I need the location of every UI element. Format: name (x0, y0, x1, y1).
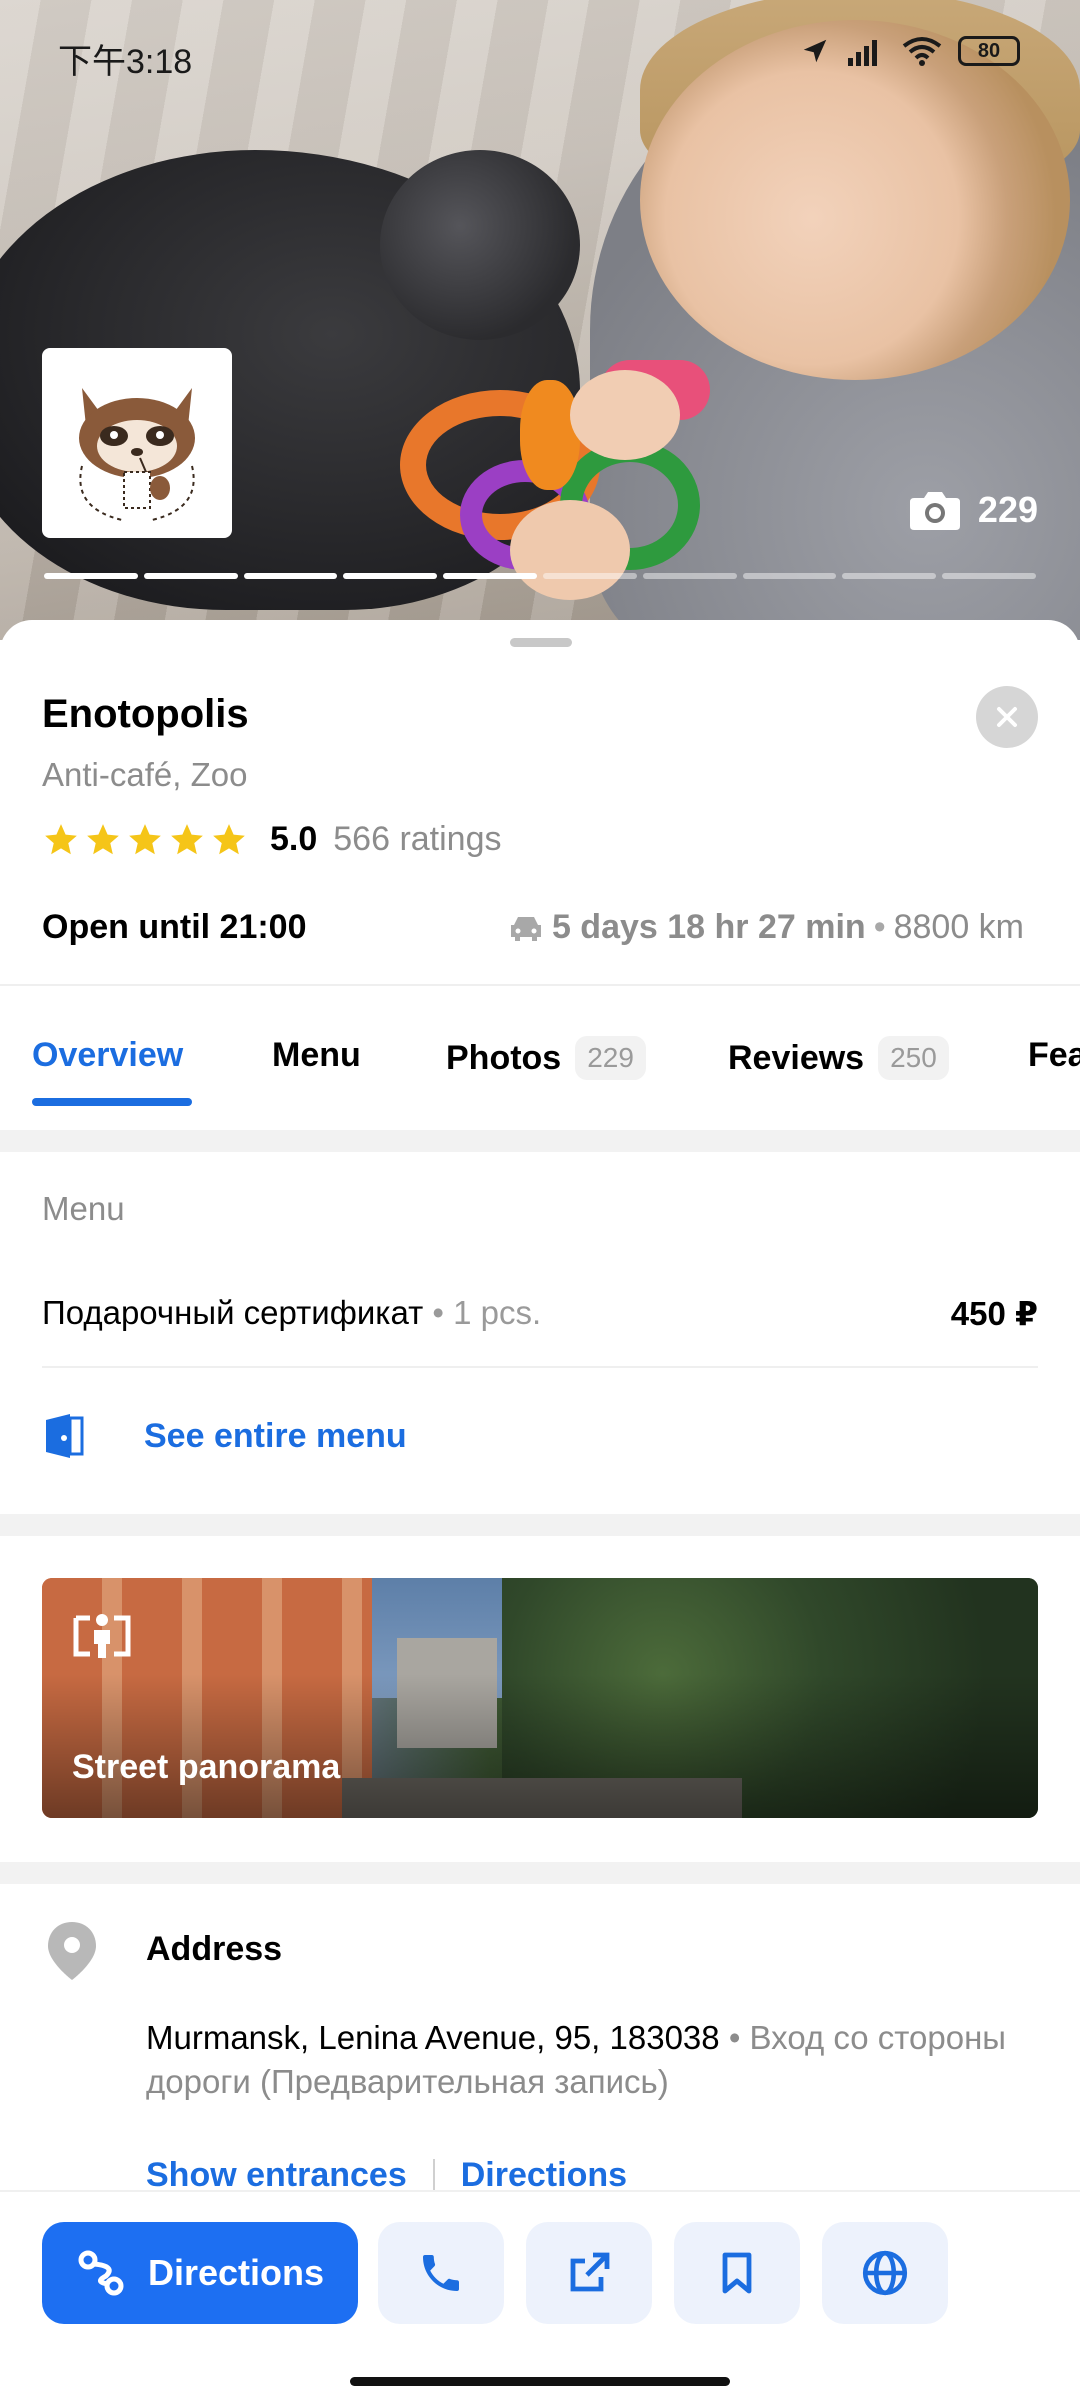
tab-features[interactable]: Fea (1028, 1036, 1080, 1075)
star-icon (45, 823, 77, 854)
star-icon (171, 823, 203, 854)
gallery-progress (44, 573, 1036, 579)
camera-icon (909, 492, 960, 530)
separator-dot: • (432, 1294, 454, 1331)
section-separator (0, 1130, 1080, 1152)
opening-hours[interactable]: Open until 21:00 (42, 908, 307, 947)
tab-reviews[interactable]: Reviews 250 (728, 1036, 949, 1080)
directions-button[interactable]: Directions (42, 2222, 358, 2324)
bookmark-button[interactable] (674, 2222, 800, 2324)
star-icon (129, 823, 161, 854)
status-icons: 80 (800, 36, 1020, 66)
photo-subject-raccoon-head (380, 150, 580, 340)
gallery-progress-segment (742, 573, 837, 579)
bottom-action-bar: Directions (0, 2190, 1080, 2400)
panorama-icon (73, 1614, 131, 1658)
tab-label: Fea (1028, 1036, 1080, 1074)
rating-stars (42, 821, 248, 859)
photo-gallery[interactable] (0, 0, 1080, 640)
address-heading: Address (146, 1930, 283, 1968)
divider (0, 984, 1080, 986)
tab-photos[interactable]: Photos 229 (446, 1036, 646, 1080)
raccoon-logo-icon (79, 388, 195, 521)
section-separator (0, 1862, 1080, 1884)
share-icon (570, 2252, 610, 2292)
see-entire-menu-link[interactable]: See entire menu (42, 1412, 407, 1460)
tab-menu[interactable]: Menu (272, 1036, 361, 1075)
tab-badge: 229 (575, 1036, 646, 1080)
menu-item[interactable]: Подарочный сертификат • 1 pcs. 450 ₽ (42, 1294, 1038, 1333)
divider (42, 1366, 1038, 1368)
tab-label: Menu (272, 1036, 361, 1074)
gallery-progress-segment (343, 573, 438, 579)
gallery-progress-segment (842, 573, 937, 579)
separator-dot: • (873, 908, 886, 946)
gallery-progress-segment (443, 573, 537, 579)
tab-label: Photos (446, 1038, 562, 1077)
phone-icon (423, 2255, 459, 2291)
photo-hand (510, 500, 630, 600)
menu-section-heading: Menu (42, 1190, 125, 1227)
bookmark-icon (722, 2252, 752, 2294)
active-tab-indicator (32, 1098, 192, 1106)
photo-count[interactable]: 229 (908, 488, 1038, 532)
tab-label: Reviews (728, 1038, 865, 1077)
gallery-progress-segment (542, 573, 637, 579)
business-logo[interactable] (42, 348, 232, 538)
gallery-progress-segment (942, 573, 1036, 579)
street-panorama-label: Street panorama (72, 1748, 341, 1786)
gallery-progress-segment (243, 573, 338, 579)
wifi-icon (902, 37, 942, 66)
place-card-sheet: Enotopolis Anti-café, Zoo 5.0 566 rating… (0, 620, 1080, 2400)
close-button[interactable] (976, 686, 1038, 748)
route-icon (78, 2250, 124, 2296)
rating-value: 5.0 (270, 820, 318, 858)
link-separator (432, 2158, 435, 2193)
tab-label: Overview (32, 1036, 184, 1074)
street-panorama-card[interactable]: Street panorama (42, 1578, 1038, 1818)
travel-info[interactable]: 5 days 18 hr 27 min • 8800 km (508, 908, 1024, 947)
photo-count-value: 229 (977, 489, 1038, 530)
home-indicator[interactable] (350, 2377, 730, 2386)
gallery-progress-segment (44, 573, 138, 579)
address-text[interactable]: Murmansk, Lenina Avenue, 95, 183038 • Вх… (146, 2016, 1006, 2104)
location-pin-icon (48, 1922, 96, 1980)
share-button[interactable] (526, 2222, 652, 2324)
section-separator (0, 1514, 1080, 1536)
menu-book-icon (46, 1414, 84, 1458)
website-button[interactable] (822, 2222, 948, 2324)
star-icon (213, 823, 245, 854)
separator-dot: • (728, 2019, 750, 2056)
address-main: Murmansk, Lenina Avenue, 95, 183038 (146, 2019, 720, 2056)
travel-time: 5 days 18 hr 27 min (551, 908, 866, 946)
drag-handle[interactable] (510, 638, 572, 647)
ratings-count: 566 ratings (333, 820, 502, 858)
tab-badge: 250 (878, 1036, 949, 1080)
status-time: 下午3:18 (58, 43, 193, 81)
location-arrow-icon (803, 39, 827, 63)
star-icon (87, 823, 119, 854)
gallery-progress-segment (642, 573, 737, 579)
menu-item-name: Подарочный сертификат (42, 1294, 424, 1331)
menu-item-quantity: 1 pcs. (453, 1294, 542, 1331)
place-title: Enotopolis (42, 692, 249, 736)
call-button[interactable] (378, 2222, 504, 2324)
see-entire-menu-label: See entire menu (144, 1416, 407, 1455)
globe-icon (862, 2250, 908, 2296)
photo-toy (520, 380, 580, 490)
rating-row[interactable]: 5.0 566 ratings (42, 820, 502, 859)
close-icon (997, 707, 1017, 727)
car-icon (510, 916, 541, 941)
signal-icon (848, 40, 877, 66)
photo-hand (570, 370, 680, 460)
directions-button-label: Directions (147, 2252, 325, 2293)
status-bar: 下午3:18 80 (0, 0, 1080, 92)
menu-item-price: 450 ₽ (950, 1295, 1038, 1332)
tab-overview[interactable]: Overview (32, 1036, 183, 1075)
place-category: Anti-café, Zoo (42, 756, 248, 793)
travel-distance: 8800 km (893, 908, 1024, 946)
battery-indicator: 80 (958, 36, 1020, 66)
gallery-progress-segment (143, 573, 238, 579)
